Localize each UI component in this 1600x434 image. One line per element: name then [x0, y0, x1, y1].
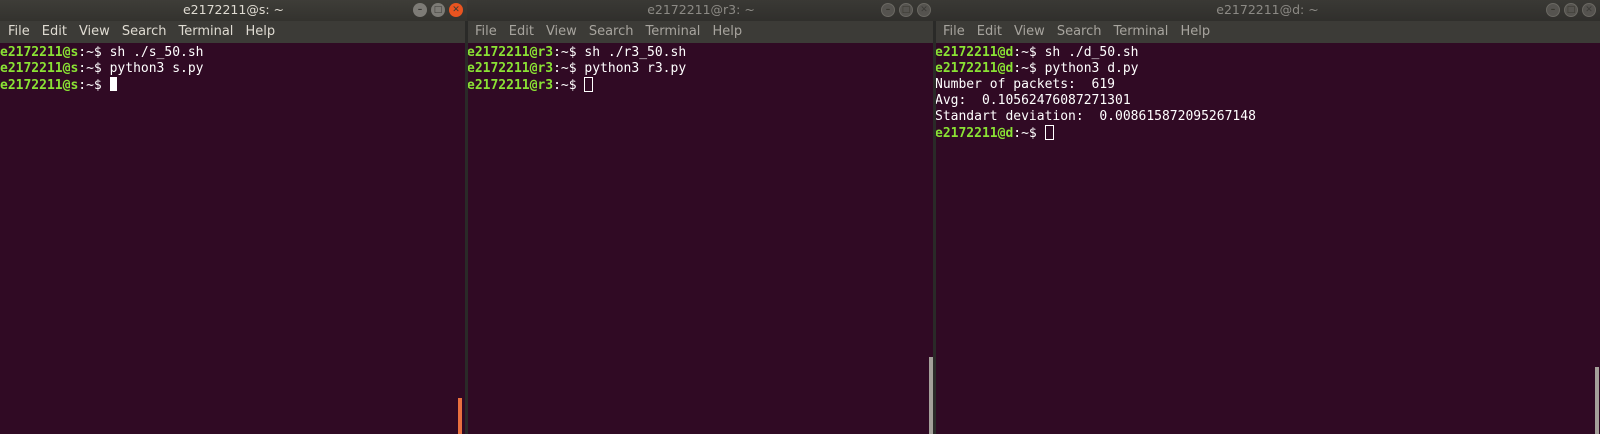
maximize-icon[interactable]: □ — [431, 3, 445, 17]
title-bar[interactable]: e2172211@r3: ~ – □ ✕ — [467, 0, 935, 21]
terminal-line: e2172211@r3:~$ python3 r3.py — [467, 61, 935, 77]
menu-help[interactable]: Help — [706, 21, 748, 43]
window-divider — [933, 21, 936, 434]
output-line: Avg: 0.10562476087271301 — [935, 93, 1131, 108]
terminal-line: e2172211@d:~$ sh ./d_50.sh — [935, 45, 1600, 61]
menu-search[interactable]: Search — [1051, 21, 1108, 43]
text-cursor — [109, 77, 117, 91]
menu-view[interactable]: View — [1008, 21, 1051, 43]
title-bar[interactable]: e2172211@s: ~ – □ ✕ — [0, 0, 467, 21]
terminal-window-s[interactable]: e2172211@s: ~ – □ ✕ File Edit View Searc… — [0, 0, 467, 434]
minimize-icon[interactable]: – — [1546, 3, 1560, 17]
menu-search[interactable]: Search — [583, 21, 640, 43]
command-text: sh ./s_50.sh — [109, 45, 204, 60]
close-icon[interactable]: ✕ — [1582, 3, 1596, 17]
maximize-icon[interactable]: □ — [899, 3, 913, 17]
prompt-user: e2172211@d — [935, 45, 1014, 60]
menu-bar: File Edit View Search Terminal Help — [0, 21, 467, 43]
window-title: e2172211@s: ~ — [182, 2, 285, 17]
close-icon[interactable]: ✕ — [917, 3, 931, 17]
menu-terminal[interactable]: Terminal — [172, 21, 239, 43]
prompt-path: :~$ — [78, 45, 110, 60]
prompt-path: :~$ — [1013, 45, 1045, 60]
window-title: e2172211@r3: ~ — [647, 2, 755, 17]
text-cursor — [584, 77, 594, 92]
menu-terminal[interactable]: Terminal — [1107, 21, 1174, 43]
terminal-line: e2172211@d:~$ python3 d.py — [935, 61, 1600, 77]
command-text: python3 s.py — [109, 61, 204, 76]
title-bar[interactable]: e2172211@d: ~ – □ ✕ — [935, 0, 1600, 21]
window-divider — [465, 21, 468, 434]
menu-view[interactable]: View — [540, 21, 583, 43]
prompt-path: :~$ — [1013, 61, 1045, 76]
terminal-line: e2172211@d:~$ — [935, 125, 1600, 141]
window-title: e2172211@d: ~ — [1216, 2, 1319, 17]
terminal-line: e2172211@s:~$ sh ./s_50.sh — [0, 45, 467, 61]
prompt-user: e2172211@s — [0, 45, 79, 60]
text-cursor — [1044, 125, 1054, 140]
command-text: sh ./d_50.sh — [1044, 45, 1139, 60]
terminal-screen[interactable]: e2172211@s:~$ sh ./s_50.sh e2172211@s:~$… — [0, 43, 467, 434]
terminal-line: e2172211@r3:~$ sh ./r3_50.sh — [467, 45, 935, 61]
menu-edit[interactable]: Edit — [36, 21, 73, 43]
scrollbar-thumb[interactable] — [1595, 367, 1599, 434]
menu-file[interactable]: File — [937, 21, 971, 43]
menu-help[interactable]: Help — [239, 21, 281, 43]
command-text: python3 r3.py — [584, 61, 687, 76]
maximize-icon[interactable]: □ — [1564, 3, 1578, 17]
terminal-line: e2172211@r3:~$ — [467, 77, 935, 93]
menu-search[interactable]: Search — [116, 21, 173, 43]
menu-edit[interactable]: Edit — [503, 21, 540, 43]
prompt-user: e2172211@d — [935, 61, 1014, 76]
terminal-screen[interactable]: e2172211@r3:~$ sh ./r3_50.sh e2172211@r3… — [467, 43, 935, 434]
scrollbar-thumb[interactable] — [458, 398, 462, 434]
terminal-window-r3[interactable]: e2172211@r3: ~ – □ ✕ File Edit View Sear… — [467, 0, 935, 434]
menu-terminal[interactable]: Terminal — [639, 21, 706, 43]
menu-file[interactable]: File — [2, 21, 36, 43]
terminal-screen[interactable]: e2172211@d:~$ sh ./d_50.sh e2172211@d:~$… — [935, 43, 1600, 434]
menu-bar: File Edit View Search Terminal Help — [935, 21, 1600, 43]
menu-file[interactable]: File — [469, 21, 503, 43]
prompt-path: :~$ — [553, 45, 585, 60]
terminal-line: e2172211@s:~$ python3 s.py — [0, 61, 467, 77]
menu-bar: File Edit View Search Terminal Help — [467, 21, 935, 43]
prompt-user: e2172211@r3 — [467, 61, 554, 76]
minimize-icon[interactable]: – — [881, 3, 895, 17]
menu-help[interactable]: Help — [1174, 21, 1216, 43]
prompt-user: e2172211@r3 — [467, 45, 554, 60]
command-text: python3 d.py — [1044, 61, 1139, 76]
output-line: Standart deviation: 0.008615872095267148 — [935, 109, 1256, 124]
minimize-icon[interactable]: – — [413, 3, 427, 17]
prompt-user: e2172211@s — [0, 61, 79, 76]
prompt-path: :~$ — [78, 78, 110, 93]
prompt-user: e2172211@s — [0, 78, 79, 93]
prompt-path: :~$ — [553, 61, 585, 76]
prompt-path: :~$ — [1013, 126, 1045, 141]
prompt-user: e2172211@r3 — [467, 78, 554, 93]
command-text: sh ./r3_50.sh — [584, 45, 687, 60]
prompt-user: e2172211@d — [935, 126, 1014, 141]
close-icon[interactable]: ✕ — [449, 3, 463, 17]
terminal-line: e2172211@s:~$ — [0, 77, 467, 93]
output-line: Number of packets: 619 — [935, 77, 1116, 92]
menu-view[interactable]: View — [73, 21, 116, 43]
prompt-path: :~$ — [553, 78, 585, 93]
menu-edit[interactable]: Edit — [971, 21, 1008, 43]
prompt-path: :~$ — [78, 61, 110, 76]
terminal-window-d[interactable]: e2172211@d: ~ – □ ✕ File Edit View Searc… — [935, 0, 1600, 434]
